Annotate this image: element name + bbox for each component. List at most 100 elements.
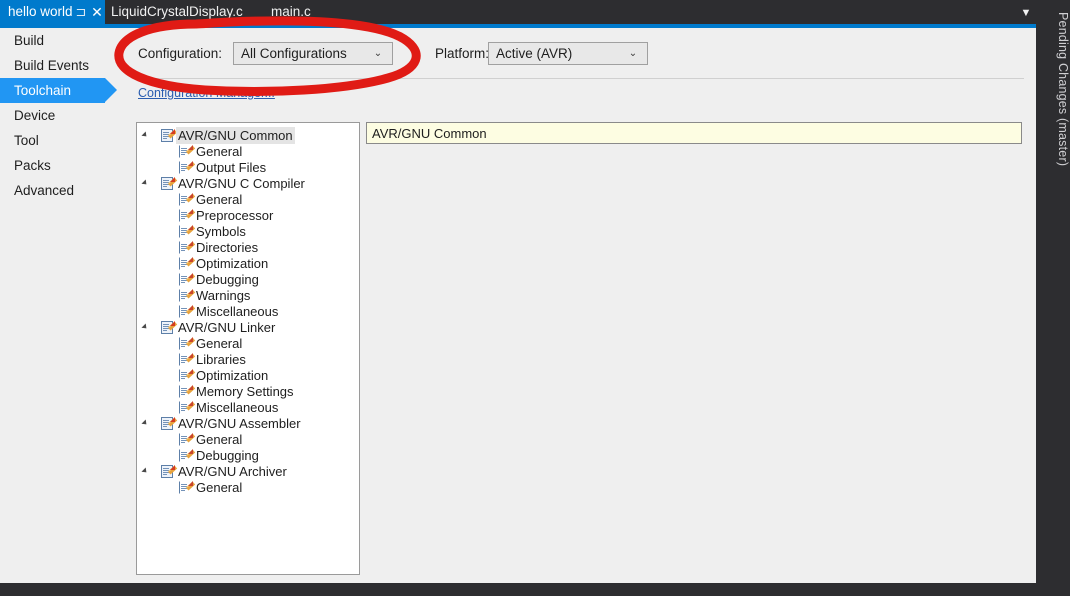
tree-node-label: Directories bbox=[196, 240, 259, 255]
property-page-icon bbox=[179, 385, 196, 399]
property-page-icon bbox=[179, 305, 196, 319]
tree-node-optimization[interactable]: Optimization bbox=[137, 368, 359, 384]
tree-node-label: Libraries bbox=[196, 352, 246, 367]
tree-node-general[interactable]: General bbox=[137, 192, 359, 208]
tree-node-label: General bbox=[196, 432, 243, 447]
chevron-down-icon: ⌄ bbox=[628, 48, 638, 59]
toolchain-properties-pane: Configuration: All Configurations ⌄ Plat… bbox=[120, 28, 1036, 583]
chevron-down-icon[interactable]: ▼ bbox=[1016, 0, 1036, 24]
tree-node-debugging[interactable]: Debugging bbox=[137, 448, 359, 464]
property-page-icon bbox=[179, 257, 196, 271]
property-page-icon bbox=[179, 161, 196, 175]
expand-collapse-arrow-icon[interactable] bbox=[141, 323, 149, 331]
content-header-bar: AVR/GNU Common bbox=[366, 122, 1022, 144]
tree-node-avr-gnu-linker[interactable]: AVR/GNU Linker bbox=[137, 320, 359, 336]
property-page-icon bbox=[179, 209, 196, 223]
expand-collapse-arrow-icon[interactable] bbox=[141, 419, 149, 427]
sidebar-item-label: Build Events bbox=[14, 58, 90, 73]
property-page-group-icon bbox=[161, 465, 178, 479]
tree-node-label: Miscellaneous bbox=[196, 304, 279, 319]
property-page-icon bbox=[179, 193, 196, 207]
tree-node-miscellaneous[interactable]: Miscellaneous bbox=[137, 400, 359, 416]
tab-main-c[interactable]: main.c bbox=[265, 0, 317, 24]
sidebar-item-build[interactable]: Build bbox=[0, 28, 105, 53]
tree-node-avr-gnu-c-compiler[interactable]: AVR/GNU C Compiler bbox=[137, 176, 359, 192]
tree-node-label: Optimization bbox=[196, 256, 269, 271]
property-page-icon bbox=[179, 449, 196, 463]
status-bar bbox=[0, 583, 1070, 596]
property-page-group-icon bbox=[161, 321, 178, 335]
configuration-manager-link[interactable]: Configuration Manager... bbox=[138, 86, 275, 100]
tree-node-optimization[interactable]: Optimization bbox=[137, 256, 359, 272]
tree-node-directories[interactable]: Directories bbox=[137, 240, 359, 256]
platform-label: Platform: bbox=[435, 46, 490, 61]
toolchain-tree[interactable]: AVR/GNU Common General Output Files AVR/GNU… bbox=[136, 122, 360, 575]
tree-node-avr-gnu-common[interactable]: AVR/GNU Common bbox=[137, 127, 359, 144]
expand-collapse-arrow-icon[interactable] bbox=[141, 131, 149, 139]
tree-node-debugging[interactable]: Debugging bbox=[137, 272, 359, 288]
tree-node-output-files[interactable]: Output Files bbox=[137, 160, 359, 176]
tree-node-label: AVR/GNU C Compiler bbox=[178, 176, 305, 191]
property-page-icon bbox=[179, 369, 196, 383]
editor-tab-strip: hello world ⊐ ✕ LiquidCrystalDisplay.c m… bbox=[0, 0, 1070, 24]
dock-tab-pending-changes[interactable]: Pending Changes (master) bbox=[1036, 6, 1070, 206]
tree-node-label: General bbox=[196, 480, 243, 495]
property-page-group-icon bbox=[161, 177, 178, 191]
right-dock-panel: Pending Changes (master) bbox=[1036, 0, 1070, 596]
tree-node-label: AVR/GNU Archiver bbox=[178, 464, 287, 479]
tree-node-general[interactable]: General bbox=[137, 432, 359, 448]
tree-node-general[interactable]: General bbox=[137, 144, 359, 160]
tree-node-label: General bbox=[196, 144, 243, 159]
tree-node-symbols[interactable]: Symbols bbox=[137, 224, 359, 240]
tree-node-label: Preprocessor bbox=[196, 208, 274, 223]
sidebar-item-label: Toolchain bbox=[14, 83, 72, 98]
tree-node-label: Optimization bbox=[196, 368, 269, 383]
tab-hello-world-label: hello world bbox=[8, 4, 73, 19]
sidebar-item-advanced[interactable]: Advanced bbox=[0, 178, 105, 203]
property-page-group-icon bbox=[161, 417, 178, 431]
expand-collapse-arrow-icon[interactable] bbox=[141, 467, 149, 475]
tree-node-label: Debugging bbox=[196, 448, 259, 463]
tree-node-label: General bbox=[196, 336, 243, 351]
tree-node-label: AVR/GNU Common bbox=[176, 127, 295, 144]
project-properties-category-list: Build Build Events Toolchain Device Tool Pack… bbox=[0, 28, 120, 583]
property-page-icon bbox=[179, 241, 196, 255]
tree-node-general[interactable]: General bbox=[137, 336, 359, 352]
tree-node-label: AVR/GNU Linker bbox=[178, 320, 276, 335]
property-page-icon bbox=[179, 273, 196, 287]
tree-node-general[interactable]: General bbox=[137, 480, 359, 496]
tree-node-miscellaneous[interactable]: Miscellaneous bbox=[137, 304, 359, 320]
sidebar-item-device[interactable]: Device bbox=[0, 103, 105, 128]
tree-node-libraries[interactable]: Libraries bbox=[137, 352, 359, 368]
expand-collapse-arrow-icon[interactable] bbox=[141, 179, 149, 187]
property-page-icon bbox=[179, 145, 196, 159]
close-icon[interactable]: ✕ bbox=[90, 2, 104, 22]
sidebar-item-label: Build bbox=[14, 33, 45, 48]
tree-node-label: Symbols bbox=[196, 224, 246, 239]
property-page-icon bbox=[179, 353, 196, 367]
tree-node-label: Memory Settings bbox=[196, 384, 294, 399]
tree-node-avr-gnu-archiver[interactable]: AVR/GNU Archiver bbox=[137, 464, 359, 480]
sidebar-item-packs[interactable]: Packs bbox=[0, 153, 105, 178]
sidebar-item-toolchain[interactable]: Toolchain bbox=[0, 78, 117, 103]
sidebar-item-label: Packs bbox=[14, 158, 51, 173]
content-header-title: AVR/GNU Common bbox=[372, 126, 487, 141]
sidebar-item-tool[interactable]: Tool bbox=[0, 128, 105, 153]
configuration-dropdown-value: All Configurations bbox=[241, 46, 347, 61]
sidebar-item-label: Device bbox=[14, 108, 56, 123]
platform-dropdown[interactable]: Active (AVR) ⌄ bbox=[488, 42, 648, 65]
property-page-icon bbox=[179, 337, 196, 351]
tree-node-warnings[interactable]: Warnings bbox=[137, 288, 359, 304]
pin-icon[interactable]: ⊐ bbox=[74, 3, 88, 21]
tab-liquidcrystaldisplay-c[interactable]: LiquidCrystalDisplay.c bbox=[105, 0, 249, 24]
configuration-dropdown[interactable]: All Configurations ⌄ bbox=[233, 42, 393, 65]
tree-node-avr-gnu-assembler[interactable]: AVR/GNU Assembler bbox=[137, 416, 359, 432]
tree-node-label: Debugging bbox=[196, 272, 259, 287]
tree-node-memory-settings[interactable]: Memory Settings bbox=[137, 384, 359, 400]
sidebar-item-label: Tool bbox=[14, 133, 39, 148]
platform-dropdown-value: Active (AVR) bbox=[496, 46, 573, 61]
tab-hello-world[interactable]: hello world ⊐ ✕ bbox=[0, 0, 105, 24]
sidebar-item-build-events[interactable]: Build Events bbox=[0, 53, 105, 78]
property-page-icon bbox=[179, 401, 196, 415]
tree-node-preprocessor[interactable]: Preprocessor bbox=[137, 208, 359, 224]
